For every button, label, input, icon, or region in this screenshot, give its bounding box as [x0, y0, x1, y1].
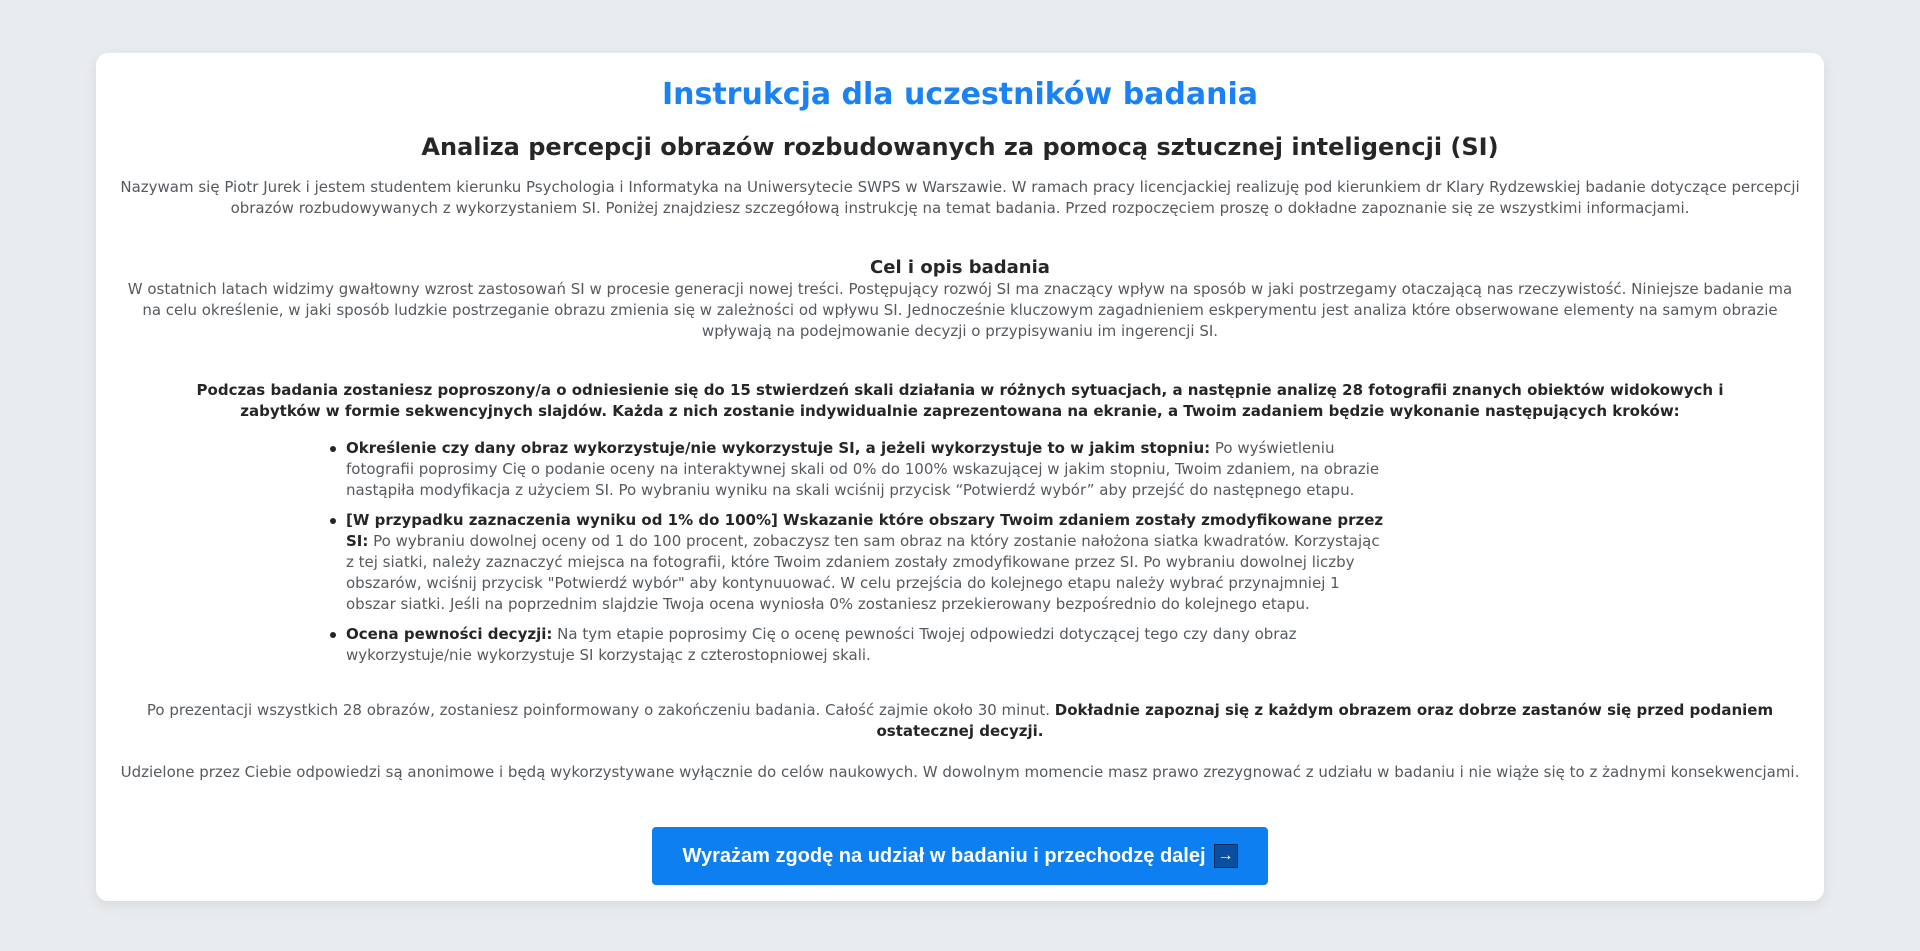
list-item: Określenie czy dany obraz wykorzystuje/n… [330, 438, 1390, 501]
goal-heading: Cel i opis badania [870, 257, 1050, 278]
consent-continue-button[interactable]: Wyrażam zgodę na udział w badaniu i prze… [652, 827, 1268, 885]
summary-text: Po prezentacji wszystkich 28 obrazów, zo… [146, 701, 1055, 719]
page-title: Instrukcja dla uczestników badania [661, 77, 1259, 112]
intro-paragraph: Nazywam się Piotr Jurek i jestem student… [120, 178, 1800, 217]
step-text: Po wybraniu dowolnej oceny od 1 do 100 p… [346, 532, 1380, 613]
goal-description: W ostatnich latach widzimy gwałtowny wzr… [127, 280, 1793, 340]
arrow-right-icon: → [1213, 844, 1238, 868]
list-item: Ocena pewności decyzji: Na tym etapie po… [330, 624, 1390, 666]
anonymity-paragraph: Udzielone przez Ciebie odpowiedzi są ano… [120, 763, 1800, 781]
summary-paragraph: Po prezentacji wszystkich 28 obrazów, zo… [120, 700, 1800, 742]
list-item: [W przypadku zaznaczenia wyniku od 1% do… [330, 510, 1390, 615]
task-intro: Podczas badania zostaniesz poproszony/a … [196, 381, 1724, 420]
page-subtitle: Analiza percepcji obrazów rozbudowanych … [421, 133, 1499, 161]
step-title: Ocena pewności decyzji: [346, 625, 553, 643]
instruction-card: Instrukcja dla uczestników badania Anali… [96, 53, 1824, 901]
consent-button-label: Wyrażam zgodę na udział w badaniu i prze… [682, 844, 1206, 867]
steps-list: Określenie czy dany obraz wykorzystuje/n… [120, 438, 1390, 666]
step-title: Określenie czy dany obraz wykorzystuje/n… [346, 439, 1211, 457]
